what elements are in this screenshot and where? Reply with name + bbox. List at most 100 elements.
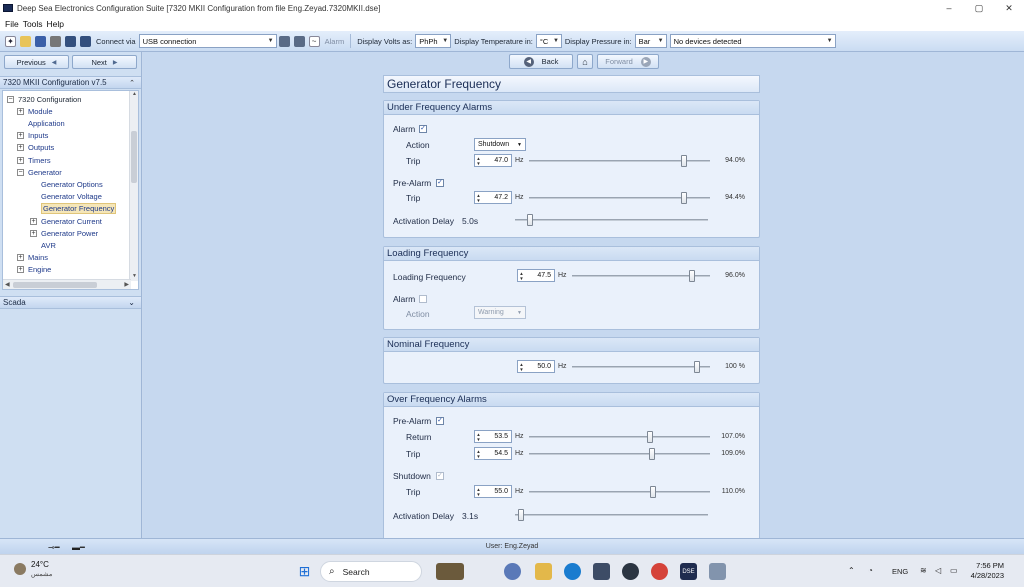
- menu-tools[interactable]: Tools: [23, 19, 43, 29]
- back-button[interactable]: ◀ Back: [509, 54, 573, 69]
- volts-select[interactable]: PhPh ▼: [415, 34, 452, 48]
- collapse-icon[interactable]: −: [7, 95, 14, 103]
- menu-file[interactable]: File: [5, 19, 19, 29]
- tray-chevron-up-icon[interactable]: ⌃: [848, 566, 855, 575]
- menu-help[interactable]: Help: [47, 19, 64, 29]
- expand-icon[interactable]: +: [17, 144, 24, 152]
- loading-alarm-checkbox[interactable]: [419, 295, 427, 303]
- shutdown-checkbox[interactable]: ✓: [436, 472, 444, 480]
- chrome-browser-icon[interactable]: [651, 563, 668, 580]
- tree-item[interactable]: + Outputs: [17, 142, 54, 154]
- alarm-checkbox[interactable]: ✓: [419, 125, 427, 133]
- slider-thumb[interactable]: [650, 486, 657, 498]
- slider-thumb[interactable]: [694, 361, 701, 373]
- expand-icon[interactable]: +: [17, 132, 24, 140]
- previous-button[interactable]: Previous ◀: [4, 55, 69, 69]
- tree-item[interactable]: + Generator Current: [30, 215, 102, 227]
- tree-item[interactable]: + Engine: [17, 264, 51, 276]
- prealarm-trip-slider[interactable]: [529, 192, 710, 204]
- tree-item[interactable]: Generator Voltage: [30, 191, 102, 203]
- stepper-arrows-icon[interactable]: ▲ ▼: [475, 449, 482, 459]
- store-icon[interactable]: [593, 563, 610, 580]
- tree-item[interactable]: + Timers: [17, 154, 51, 166]
- scroll-thumb[interactable]: [131, 131, 137, 183]
- tree-item[interactable]: + Mains: [17, 252, 48, 264]
- volume-icon[interactable]: ◁: [935, 566, 941, 575]
- alarm-menu[interactable]: Alarm: [325, 37, 345, 46]
- pressure-select[interactable]: Bar ▼: [634, 34, 667, 48]
- config-panel-header[interactable]: 7320 MKII Configuration v7.5 ⌃: [0, 76, 141, 89]
- slider-thumb[interactable]: [649, 448, 656, 460]
- file-explorer-icon[interactable]: [535, 563, 552, 580]
- shutdown-trip-stepper[interactable]: ▲ ▼ 55.0: [474, 485, 512, 498]
- print-icon[interactable]: [50, 35, 61, 47]
- wifi-icon[interactable]: ≋: [920, 566, 927, 575]
- home-button[interactable]: ⌂: [577, 54, 593, 69]
- stepper-arrows-icon[interactable]: ▲ ▼: [475, 432, 482, 442]
- slider-thumb[interactable]: [681, 192, 688, 204]
- chart-icon[interactable]: ~: [308, 35, 320, 47]
- forward-button[interactable]: Forward ▶: [597, 54, 659, 69]
- temperature-select[interactable]: °C ▼: [535, 34, 562, 48]
- devices-select[interactable]: No devices detected ▼: [669, 34, 836, 48]
- open-folder-icon[interactable]: [20, 35, 31, 47]
- maximize-button[interactable]: ▢: [964, 0, 994, 16]
- over-activation-delay-slider[interactable]: [515, 509, 708, 521]
- shutdown-trip-slider[interactable]: [529, 486, 710, 498]
- minimize-button[interactable]: –: [934, 0, 964, 16]
- slider-thumb[interactable]: [517, 509, 524, 521]
- scada-panel-header[interactable]: Scada ⌄: [0, 296, 141, 309]
- expand-icon[interactable]: +: [30, 229, 37, 237]
- scroll-down-icon[interactable]: ▼: [130, 273, 138, 281]
- save-icon[interactable]: [35, 35, 46, 47]
- stepper-arrows-icon[interactable]: ▲ ▼: [518, 271, 525, 281]
- chat-icon[interactable]: [504, 563, 521, 580]
- expand-icon[interactable]: +: [30, 217, 37, 225]
- prealarm-checkbox[interactable]: ✓: [436, 179, 444, 187]
- scroll-right-icon[interactable]: ▶: [124, 281, 129, 288]
- over-trip-slider[interactable]: [529, 448, 710, 460]
- nominal-frequency-stepper[interactable]: ▲ ▼ 50.0: [517, 360, 555, 373]
- over-trip-stepper[interactable]: ▲ ▼ 54.5: [474, 447, 512, 460]
- device-icon[interactable]: [293, 35, 305, 47]
- scroll-left-icon[interactable]: ◀: [5, 281, 10, 288]
- dse-app-icon[interactable]: DSE: [680, 563, 697, 580]
- battery-icon[interactable]: ▭: [950, 566, 958, 575]
- nominal-frequency-slider[interactable]: [572, 361, 710, 373]
- windows-start-icon[interactable]: ⊞: [296, 563, 313, 580]
- tree-item[interactable]: + Module: [17, 105, 53, 117]
- trip-slider[interactable]: [529, 155, 710, 167]
- expand-icon[interactable]: +: [17, 254, 24, 262]
- tree-vertical-scrollbar[interactable]: ▲ ▼: [129, 91, 138, 281]
- new-file-icon[interactable]: ✦: [5, 35, 16, 47]
- over-prealarm-checkbox[interactable]: ✓: [436, 417, 444, 425]
- loading-frequency-stepper[interactable]: ▲ ▼ 47.5: [517, 269, 555, 282]
- action-select[interactable]: Shutdown ▼: [474, 138, 526, 151]
- write-device-icon[interactable]: [80, 35, 91, 47]
- slider-thumb[interactable]: [647, 431, 654, 443]
- expand-icon[interactable]: +: [17, 107, 24, 115]
- tree-item[interactable]: −7320 Configuration: [7, 93, 81, 105]
- stepper-arrows-icon[interactable]: ▲ ▼: [475, 487, 482, 497]
- connection-select[interactable]: USB connection ▼: [138, 34, 277, 48]
- tray-app-icon[interactable]: ◔: [868, 566, 873, 575]
- language-indicator[interactable]: ENG: [892, 567, 908, 576]
- weather-widget[interactable]: 24°C مشمس: [14, 560, 52, 578]
- scroll-up-icon[interactable]: ▲: [130, 91, 138, 99]
- expand-icon[interactable]: +: [17, 156, 24, 164]
- tree-item[interactable]: Application: [17, 117, 65, 129]
- next-button[interactable]: Next ▶: [72, 55, 137, 69]
- tree-item[interactable]: − Generator: [17, 166, 62, 178]
- read-device-icon[interactable]: [65, 35, 76, 47]
- slider-thumb[interactable]: [527, 214, 534, 226]
- loading-frequency-slider[interactable]: [572, 270, 710, 282]
- collapse-icon[interactable]: −: [17, 168, 24, 176]
- close-button[interactable]: ✕: [994, 0, 1024, 16]
- tree-item[interactable]: + Generator Power: [30, 227, 98, 239]
- loading-action-select[interactable]: Warning ▼: [474, 306, 526, 319]
- prealarm-trip-stepper[interactable]: ▲ ▼ 47.2: [474, 191, 512, 204]
- tree-horizontal-scrollbar[interactable]: ◀ ▶: [3, 279, 131, 289]
- stepper-arrows-icon[interactable]: ▲ ▼: [518, 362, 525, 372]
- slider-thumb[interactable]: [689, 270, 696, 282]
- taskbar-search[interactable]: ⌕ Search: [320, 561, 422, 582]
